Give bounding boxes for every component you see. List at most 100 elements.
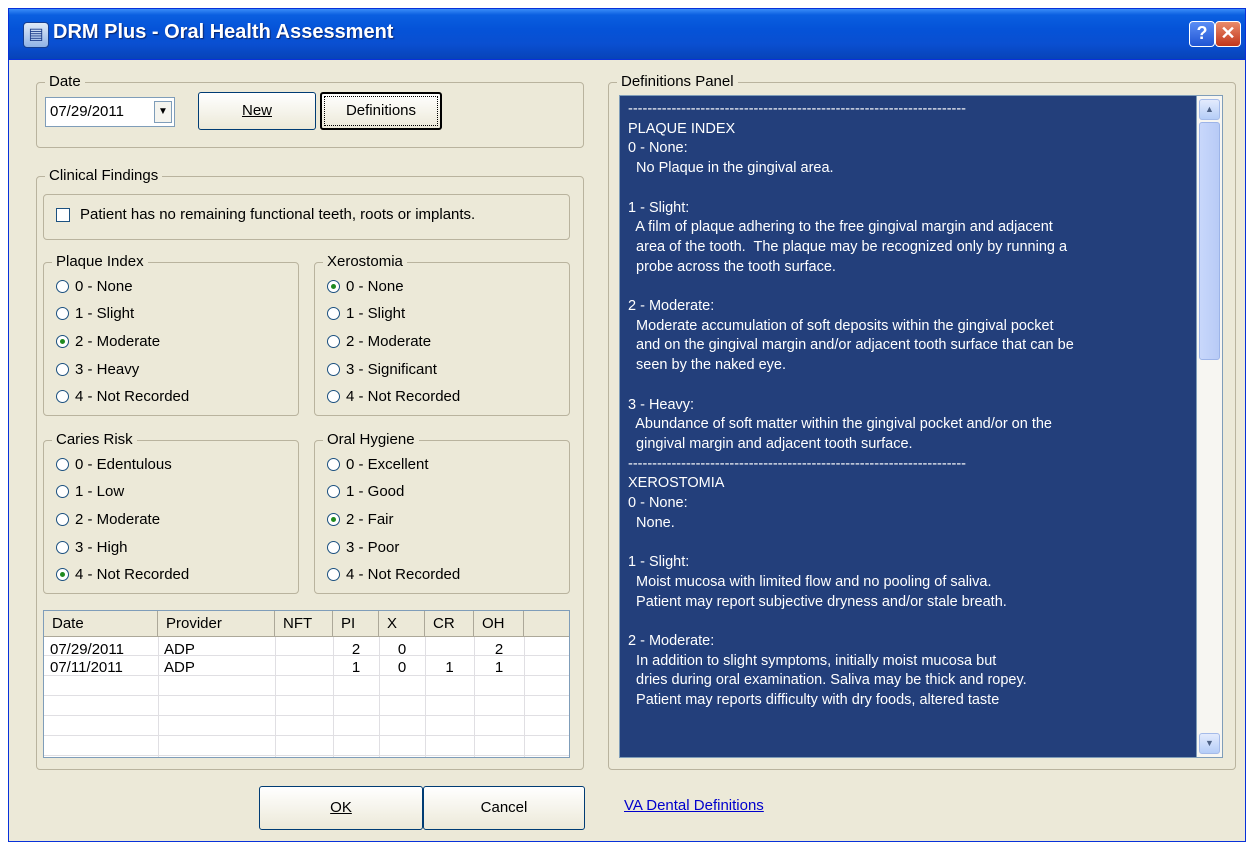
- grid-row-line: [44, 735, 569, 736]
- plaque-option-1[interactable]: 1 - Slight: [56, 304, 134, 324]
- clinical-findings-legend: Clinical Findings: [45, 167, 163, 185]
- cancel-button[interactable]: Cancel: [423, 786, 585, 830]
- table-cell[interactable]: [275, 641, 333, 659]
- table-cell[interactable]: 1: [425, 659, 474, 677]
- caries-option-2[interactable]: 2 - Moderate: [56, 509, 160, 529]
- column-header-x[interactable]: X: [379, 611, 425, 637]
- table-cell[interactable]: 0: [379, 659, 425, 677]
- plaque-option-0[interactable]: 0 - None: [56, 276, 133, 296]
- table-cell[interactable]: 0: [379, 641, 425, 659]
- radio-icon[interactable]: [56, 512, 69, 526]
- radio-icon[interactable]: [56, 457, 69, 471]
- radio-icon[interactable]: [56, 390, 69, 404]
- caries-option-4[interactable]: 4 - Not Recorded: [56, 565, 189, 585]
- definitions-text: ----------------------------------------…: [628, 101, 1074, 709]
- title-bar[interactable]: ▤ DRM Plus - Oral Health Assessment ? ✕: [9, 9, 1245, 60]
- xerostomia-option-0[interactable]: 0 - None: [327, 276, 404, 296]
- radio-label: 1 - Low: [75, 483, 125, 501]
- column-header-nft[interactable]: NFT: [275, 611, 333, 637]
- table-cell[interactable]: 1: [474, 659, 524, 677]
- table-cell[interactable]: 2: [333, 641, 379, 659]
- radio-icon[interactable]: [56, 334, 69, 348]
- plaque-option-4[interactable]: 4 - Not Recorded: [56, 387, 189, 407]
- table-cell[interactable]: 07/11/2011: [50, 659, 123, 677]
- radio-icon[interactable]: [327, 362, 340, 376]
- radio-icon[interactable]: [56, 279, 69, 293]
- xerostomia-legend: Xerostomia: [323, 253, 407, 271]
- caries-option-3[interactable]: 3 - High: [56, 537, 128, 557]
- table-cell[interactable]: ADP: [164, 659, 195, 677]
- history-grid[interactable]: Date Provider NFT PI X CR OH 07/29/2011 ADP 2 0 2 07…: [43, 610, 570, 758]
- scroll-thumb[interactable]: [1199, 122, 1220, 360]
- column-header-date[interactable]: Date: [44, 611, 158, 637]
- radio-label: 3 - High: [75, 538, 128, 556]
- definitions-textbox[interactable]: ----------------------------------------…: [619, 95, 1197, 758]
- radio-icon[interactable]: [327, 540, 340, 554]
- xerostomia-option-2[interactable]: 2 - Moderate: [327, 331, 431, 351]
- table-cell[interactable]: ADP: [164, 641, 195, 659]
- xerostomia-option-4[interactable]: 4 - Not Recorded: [327, 387, 460, 407]
- xerostomia-option-3[interactable]: 3 - Significant: [327, 359, 437, 379]
- column-header-oh[interactable]: OH: [474, 611, 524, 637]
- radio-icon[interactable]: [327, 390, 340, 404]
- oral-hygiene-legend: Oral Hygiene: [323, 431, 419, 449]
- radio-icon[interactable]: [56, 307, 69, 321]
- radio-icon[interactable]: [56, 568, 69, 582]
- radio-label: 2 - Moderate: [75, 332, 161, 350]
- plaque-option-3[interactable]: 3 - Heavy: [56, 359, 139, 379]
- radio-icon[interactable]: [327, 512, 340, 526]
- hygiene-option-4[interactable]: 4 - Not Recorded: [327, 565, 460, 585]
- radio-icon[interactable]: [56, 362, 69, 376]
- no-teeth-checkbox[interactable]: [56, 208, 70, 222]
- date-combobox[interactable]: 07/29/2011 ▼: [45, 97, 175, 127]
- date-value: 07/29/2011: [50, 103, 124, 120]
- column-header-pi[interactable]: PI: [333, 611, 379, 637]
- radio-label: 4 - Not Recorded: [75, 388, 190, 406]
- column-header-filler: [524, 611, 569, 637]
- plaque-index-legend: Plaque Index: [52, 253, 148, 271]
- table-cell[interactable]: [275, 659, 333, 677]
- hygiene-option-2[interactable]: 2 - Fair: [327, 509, 394, 529]
- chevron-down-icon[interactable]: ▼: [154, 101, 172, 123]
- table-cell[interactable]: [425, 641, 474, 659]
- xerostomia-option-1[interactable]: 1 - Slight: [327, 304, 405, 324]
- radio-label: 0 - None: [75, 277, 133, 295]
- help-button[interactable]: ?: [1189, 21, 1215, 47]
- table-cell[interactable]: 2: [474, 641, 524, 659]
- radio-label: 0 - Edentulous: [75, 455, 172, 473]
- radio-icon[interactable]: [56, 485, 69, 499]
- va-dental-definitions-link[interactable]: VA Dental Definitions: [624, 797, 764, 814]
- definitions-button[interactable]: Definitions: [320, 92, 442, 130]
- definitions-panel-legend: Definitions Panel: [617, 73, 738, 91]
- new-button-label: New: [241, 102, 272, 119]
- column-header-provider[interactable]: Provider: [158, 611, 275, 637]
- hygiene-option-0[interactable]: 0 - Excellent: [327, 454, 429, 474]
- radio-icon[interactable]: [327, 279, 340, 293]
- radio-icon[interactable]: [327, 307, 340, 321]
- radio-icon[interactable]: [327, 485, 340, 499]
- definitions-scrollbar[interactable]: ▲ ▼: [1197, 95, 1223, 758]
- plaque-option-2[interactable]: 2 - Moderate: [56, 331, 160, 351]
- radio-label: 2 - Fair: [346, 510, 394, 528]
- table-cell[interactable]: 07/29/2011: [50, 641, 124, 659]
- table-cell[interactable]: 1: [333, 659, 379, 677]
- radio-label: 1 - Slight: [346, 305, 406, 323]
- new-button[interactable]: New: [198, 92, 316, 130]
- caries-option-0[interactable]: 0 - Edentulous: [56, 454, 172, 474]
- ok-button[interactable]: OK: [259, 786, 423, 830]
- radio-icon[interactable]: [327, 568, 340, 582]
- cancel-button-label: Cancel: [480, 799, 528, 816]
- radio-icon[interactable]: [56, 540, 69, 554]
- scroll-down-icon[interactable]: ▼: [1199, 733, 1220, 754]
- caries-option-1[interactable]: 1 - Low: [56, 482, 124, 502]
- hygiene-option-1[interactable]: 1 - Good: [327, 482, 404, 502]
- column-header-cr[interactable]: CR: [425, 611, 474, 637]
- ok-button-label: OK: [330, 799, 352, 816]
- radio-label: 4 - Not Recorded: [75, 566, 190, 584]
- radio-icon[interactable]: [327, 457, 340, 471]
- close-button[interactable]: ✕: [1215, 21, 1241, 47]
- radio-label: 1 - Good: [346, 483, 405, 501]
- hygiene-option-3[interactable]: 3 - Poor: [327, 537, 399, 557]
- scroll-up-icon[interactable]: ▲: [1199, 99, 1220, 120]
- radio-icon[interactable]: [327, 334, 340, 348]
